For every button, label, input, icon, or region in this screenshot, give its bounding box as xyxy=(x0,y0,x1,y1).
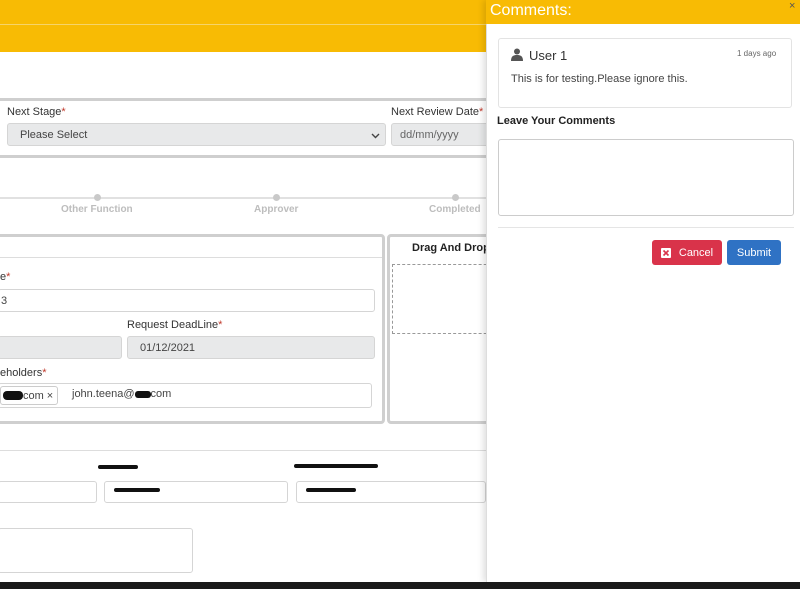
workflow-step-dot-other-function xyxy=(94,194,101,201)
request-deadline-value: 01/12/2021 xyxy=(140,341,196,354)
close-icon[interactable]: × xyxy=(789,0,795,12)
request-deadline-input[interactable]: 01/12/2021 xyxy=(127,336,375,359)
redacted-label-1 xyxy=(98,465,138,469)
workflow-step-dot-completed xyxy=(452,194,459,201)
redacted-value-2 xyxy=(114,488,160,492)
comment-text: This is for testing.Please ignore this. xyxy=(511,73,688,85)
comment-textarea[interactable] xyxy=(498,139,794,216)
redaction-mark xyxy=(3,391,23,400)
next-stage-selected-value: Please Select xyxy=(20,128,88,141)
field-input-value: 3 xyxy=(1,294,8,307)
bottom-bar xyxy=(0,582,800,589)
lower-input-2[interactable] xyxy=(104,481,288,503)
actions-divider xyxy=(498,227,794,228)
workflow-step-dot-approver xyxy=(273,194,280,201)
comment-time: 1 days ago xyxy=(737,49,777,58)
left-readonly-input xyxy=(0,336,122,359)
request-form-header-line xyxy=(0,257,382,258)
chevron-down-icon xyxy=(371,133,380,139)
stakeholder-input-text: john.teena@ com xyxy=(72,388,172,400)
stakeholders-label-partial: eholders* xyxy=(0,367,47,379)
submit-button[interactable]: Submit xyxy=(727,240,781,265)
header-divider xyxy=(0,24,486,25)
request-deadline-label: Request DeadLine* xyxy=(127,319,223,331)
redacted-label-2 xyxy=(294,464,378,468)
workflow-step-approver: Approver xyxy=(254,204,299,215)
cancel-button-label: Cancel xyxy=(678,246,714,259)
cancel-button[interactable]: Cancel xyxy=(652,240,722,265)
comments-title: Comments: xyxy=(490,2,572,19)
redacted-value-3 xyxy=(306,488,356,492)
workflow-step-completed: Completed xyxy=(429,204,481,215)
submit-button-label: Submit xyxy=(736,246,772,259)
workflow-step-other-function: Other Function xyxy=(61,204,133,215)
next-stage-select[interactable]: Please Select xyxy=(7,123,386,146)
field-input-partial[interactable]: 3 xyxy=(0,289,375,312)
chip-remove-icon[interactable]: × xyxy=(47,390,53,402)
workflow-track xyxy=(0,197,486,199)
next-review-date-label: Next Review Date* xyxy=(391,106,484,118)
lower-input-3[interactable] xyxy=(296,481,486,503)
next-stage-label: Next Stage* xyxy=(7,106,66,118)
field-label-partial: e* xyxy=(0,271,11,283)
leave-comments-label: Leave Your Comments xyxy=(497,115,616,127)
user-icon xyxy=(511,48,523,61)
redaction-mark xyxy=(134,390,151,398)
drag-drop-title: Drag And Drop xyxy=(412,242,490,254)
comment-user-name: User 1 xyxy=(529,48,568,63)
date-placeholder: dd/mm/yyyy xyxy=(400,128,459,141)
lower-input-1[interactable] xyxy=(0,481,97,503)
stakeholder-chip-text: com xyxy=(23,389,44,402)
lower-section-divider xyxy=(0,450,486,451)
lower-textarea[interactable] xyxy=(0,528,193,573)
next-review-date-input[interactable]: dd/mm/yyyy xyxy=(391,123,491,146)
stakeholder-chip: com × xyxy=(0,386,58,405)
cancel-icon xyxy=(660,247,671,258)
